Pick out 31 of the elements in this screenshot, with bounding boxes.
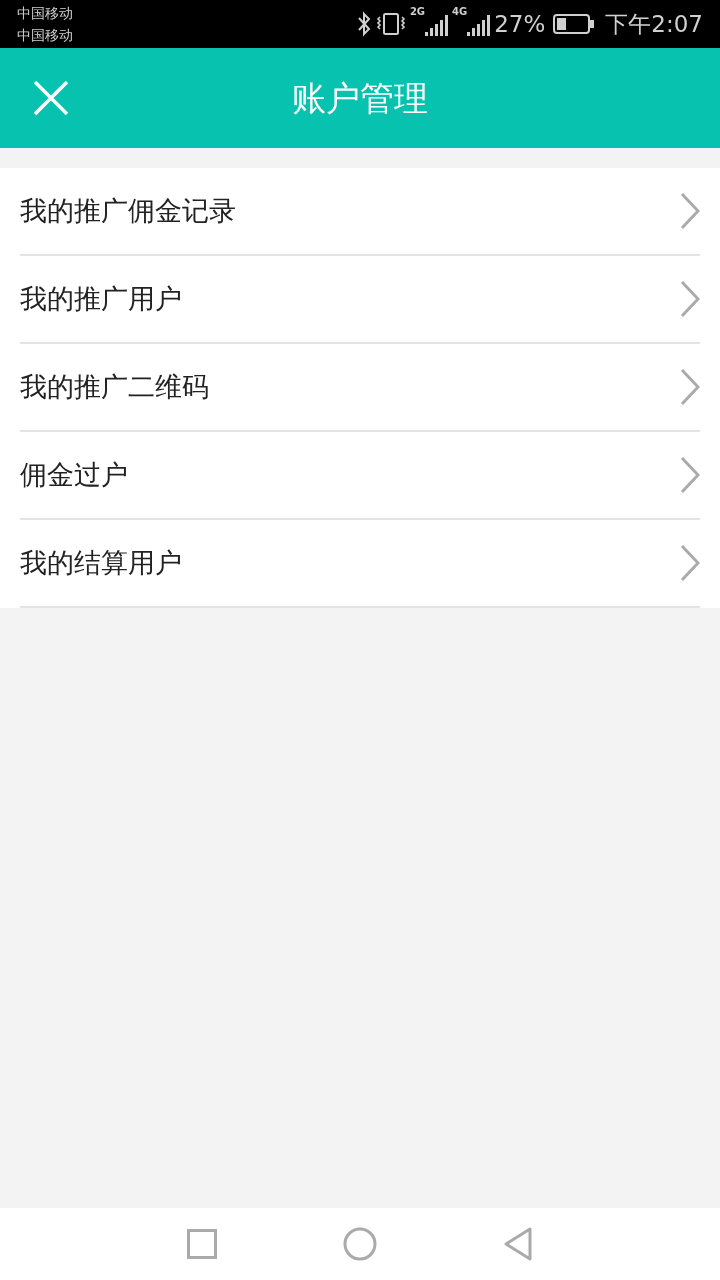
menu-item[interactable]: 我的推广佣金记录 — [20, 168, 700, 256]
menu-label: 我的推广佣金记录 — [20, 193, 237, 228]
chevron-right-icon — [680, 192, 700, 230]
menu-label: 我的结算用户 — [20, 545, 183, 580]
chevron-right-icon — [680, 280, 700, 318]
menu-item[interactable]: 我的推广二维码 — [20, 344, 700, 432]
recent-apps-icon[interactable] — [187, 1229, 217, 1259]
clock-time: 下午2:07 — [605, 9, 703, 39]
menu-item[interactable]: 佣金过户 — [20, 432, 700, 520]
chevron-right-icon — [680, 368, 700, 406]
battery-percent: 27% — [494, 9, 546, 39]
menu-label: 我的推广用户 — [20, 281, 183, 316]
carrier-name: 中国移动 — [17, 4, 73, 23]
menu-label: 我的推广二维码 — [20, 369, 210, 404]
network-label: 4G — [452, 6, 468, 17]
chevron-right-icon — [680, 456, 700, 494]
signal-icon — [425, 12, 449, 36]
close-icon — [33, 80, 69, 116]
menu-item[interactable]: 我的推广用户 — [20, 256, 700, 344]
menu-item[interactable]: 我的结算用户 — [20, 520, 700, 608]
vibrate-icon — [375, 11, 406, 37]
network-label: 2G — [409, 6, 426, 17]
chevron-right-icon — [680, 544, 700, 582]
home-icon[interactable] — [343, 1227, 377, 1261]
page-title: 账户管理 — [291, 76, 429, 120]
signal-icon — [467, 12, 491, 36]
menu-label: 佣金过户 — [20, 457, 129, 492]
carrier-name: 中国移动 — [17, 26, 73, 45]
battery-icon — [553, 13, 596, 35]
bluetooth-icon — [355, 11, 372, 37]
back-icon[interactable] — [503, 1227, 533, 1261]
